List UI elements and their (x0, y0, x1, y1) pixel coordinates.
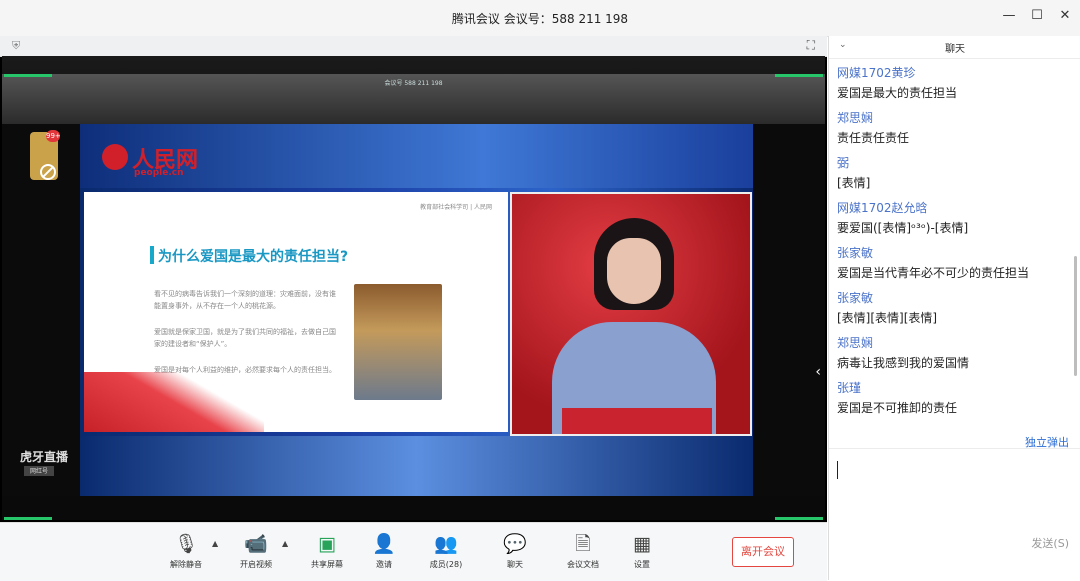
microphone-muted-icon: 🎙 (173, 533, 199, 555)
notification-badge: 99+ (46, 130, 61, 142)
title-bar: 腾讯会议 会议号：588 211 198 — ☐ ✕ (0, 0, 1080, 37)
message-text: 要爱国([表情]ᵒ³ᵒ)-[表情] (837, 221, 969, 235)
broadcast-top-banner: 人民网 people.cn (80, 124, 753, 188)
chat-messages: 网媒1702黄珍 爱国是最大的责任担当 郑思娴 责任责任责任 弼 [表情] 网媒… (837, 66, 1071, 426)
audio-options-caret[interactable]: ▲ (212, 539, 218, 548)
chat-input-area: 发送(S) (829, 448, 1080, 559)
shield-icon[interactable]: ⛨ (12, 39, 20, 53)
slide-flag-decoration (84, 372, 264, 432)
speaker-video (510, 192, 752, 436)
message-sender[interactable]: 张家敏 (837, 291, 1071, 306)
broadcast-bottom-banner (80, 436, 753, 496)
message-sender[interactable]: 张瑾 (837, 381, 1071, 396)
members-icon: 👥 (434, 533, 458, 555)
slide-header: 教育部社会科学司 | 人民网 (420, 204, 492, 211)
message-text: 爱国是最大的责任担当 (837, 86, 958, 100)
settings-button[interactable]: ▦ 设置 (614, 531, 670, 570)
video-stage: ⛨ ⛶ 会议号 588 211 198 ‹ 99+ 虎牙直播 网红号 人民网 p… (0, 36, 827, 522)
speaker-podium (562, 408, 712, 434)
chat-message: 郑思娴 病毒让我感到我的爱国情 (837, 336, 1071, 371)
people-logo-icon (102, 144, 128, 170)
meeting-toolbar: 🎙 解除静音 ▲ 📹 开启视频 ▲ ▣ 共享屏幕 👤 邀请 👥 成员(28) 💬… (0, 522, 827, 581)
send-button[interactable]: 发送(S) (1031, 535, 1069, 551)
stage-top-bar: ⛨ ⛶ (0, 36, 827, 57)
people-logo-sub: people.cn (134, 168, 184, 178)
camera-off-icon: 📹 (244, 533, 268, 555)
ban-icon (40, 164, 56, 180)
mini-meeting-id: 会议号 588 211 198 (384, 80, 443, 87)
presentation-slide: 教育部社会科学司 | 人民网 为什么爱国是最大的责任担当? 看不见的病毒告诉我们… (84, 192, 508, 432)
chat-message: 张家敏 爱国是当代青年必不可少的责任担当 (837, 246, 1071, 281)
chat-message: 网媒1702黄珍 爱国是最大的责任担当 (837, 66, 1071, 101)
members-button[interactable]: 👥 成员(28) (418, 531, 474, 570)
chevron-left-icon[interactable]: ‹ (815, 364, 821, 380)
slide-bullet: 爱国就是保家卫国，就是为了我们共同的福祉，去做自己国家的建设者和“保护人”。 (154, 328, 336, 348)
message-text: 责任责任责任 (837, 131, 910, 145)
unmute-button[interactable]: 🎙 解除静音 (158, 531, 214, 570)
message-sender[interactable]: 张家敏 (837, 246, 1071, 261)
message-text: 爱国是不可推卸的责任 (837, 401, 958, 415)
broadcaster-logo: 虎牙直播 (20, 450, 69, 464)
active-speaker-border (775, 74, 823, 77)
maximize-icon[interactable]: ☐ (1030, 8, 1044, 23)
active-speaker-border (4, 517, 52, 520)
add-user-icon: 👤 (372, 533, 396, 555)
slide-title: 为什么爱国是最大的责任担当? (158, 249, 349, 265)
minimize-icon[interactable]: — (1002, 8, 1016, 23)
chat-panel: ⌄ 聊天 网媒1702黄珍 爱国是最大的责任担当 郑思娴 责任责任责任 弼 [表… (828, 36, 1080, 580)
broadcast-frame: 人民网 people.cn 教育部社会科学司 | 人民网 为什么爱国是最大的责任… (80, 124, 753, 496)
slide-bullet: 看不见的病毒告诉我们一个深刻的道理：灾难面前，没有谁能置身事外，从不存在一个人的… (154, 290, 336, 310)
message-text: 病毒让我感到我的爱国情 (837, 356, 970, 370)
chat-title: 聊天 (945, 44, 965, 55)
share-screen-button[interactable]: ▣ 共享屏幕 (299, 531, 355, 570)
message-sender[interactable]: 网媒1702黄珍 (837, 66, 1071, 81)
message-sender[interactable]: 弼 (837, 156, 1071, 171)
window-title: 腾讯会议 会议号：588 211 198 (451, 12, 629, 26)
active-speaker-border (775, 517, 823, 520)
grid-icon: ▦ (633, 533, 651, 555)
chat-header: ⌄ 聊天 (829, 36, 1080, 59)
chat-message: 弼 [表情] (837, 156, 1071, 191)
message-text: [表情][表情][表情] (837, 311, 938, 325)
video-options-caret[interactable]: ▲ (282, 539, 288, 548)
active-speaker-border (4, 74, 52, 77)
fullscreen-icon[interactable]: ⛶ (807, 38, 815, 53)
share-screen-icon: ▣ (318, 533, 336, 555)
broadcaster-tag: 网红号 (24, 466, 54, 476)
start-video-button[interactable]: 📹 开启视频 (228, 531, 284, 570)
leave-meeting-button[interactable]: 离开会议 (732, 537, 794, 567)
chat-button[interactable]: 💬 聊天 (487, 531, 543, 570)
chat-message: 张瑾 爱国是不可推卸的责任 (837, 381, 1071, 416)
speaker-face (607, 238, 661, 304)
chat-message: 郑思娴 责任责任责任 (837, 111, 1071, 146)
meeting-docs-button[interactable]: 🗎 会议文档 (555, 531, 611, 570)
meeting-app: 腾讯会议 会议号：588 211 198 — ☐ ✕ ⛨ ⛶ 会议号 588 2… (0, 0, 1080, 581)
shared-video: 会议号 588 211 198 ‹ 99+ 虎牙直播 网红号 人民网 peopl… (2, 56, 825, 520)
chat-message: 张家敏 [表情][表情][表情] (837, 291, 1071, 326)
message-text: [表情] (837, 176, 871, 190)
document-icon: 🗎 (575, 533, 591, 555)
chat-message: 网媒1702赵允晗 要爱国([表情]ᵒ³ᵒ)-[表情] (837, 201, 1071, 236)
window-controls: — ☐ ✕ (1002, 8, 1072, 23)
close-icon[interactable]: ✕ (1058, 8, 1072, 23)
chat-icon: 💬 (503, 533, 527, 555)
message-sender[interactable]: 网媒1702赵允晗 (837, 201, 1071, 216)
message-text: 爱国是当代青年必不可少的责任担当 (837, 266, 1030, 280)
video-right-margin: ‹ (753, 124, 825, 496)
invite-button[interactable]: 👤 邀请 (356, 531, 412, 570)
message-sender[interactable]: 郑思娴 (837, 336, 1071, 351)
chat-scrollbar[interactable] (1074, 256, 1077, 376)
slide-title-accent (150, 246, 154, 264)
slide-photo (354, 284, 442, 400)
message-sender[interactable]: 郑思娴 (837, 111, 1071, 126)
